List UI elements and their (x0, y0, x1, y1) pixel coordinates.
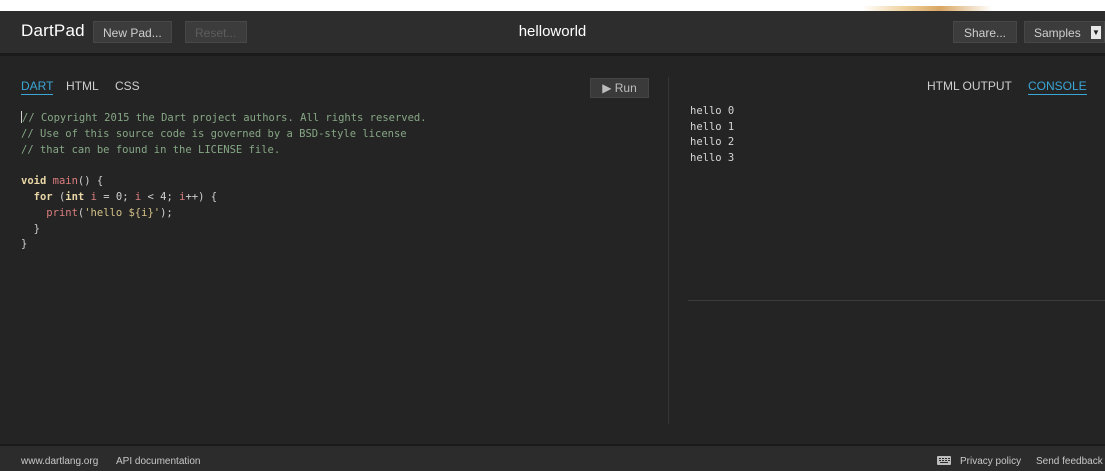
header-bar: DartPad New Pad... Reset... helloworld S… (0, 11, 1105, 56)
footer-bar: www.dartlang.org API documentation Priva… (0, 444, 1105, 471)
privacy-policy-link[interactable]: Privacy policy (960, 456, 1021, 467)
chevron-down-icon: ▼ (1091, 26, 1101, 39)
tab-console[interactable]: CONSOLE (1028, 79, 1087, 95)
dartpad-app: DartPad New Pad... Reset... helloworld S… (0, 0, 1105, 471)
new-pad-button[interactable]: New Pad... (93, 21, 172, 43)
code-line-6: for (int i = 0; i < 4; i++) { (33, 190, 218, 203)
console-line: hello 3 (690, 151, 735, 164)
console-line: hello 0 (690, 105, 735, 117)
code-editor[interactable]: // Copyright 2015 the Dart project autho… (21, 111, 427, 253)
code-line-3: // that can be found in the LICENSE file… (21, 143, 281, 156)
output-divider[interactable] (688, 300, 1105, 301)
code-line-5: void main() { (21, 175, 104, 188)
code-line-8: } (21, 222, 40, 235)
tab-html-output[interactable]: HTML OUTPUT (927, 79, 1012, 93)
keyboard-icon[interactable] (937, 456, 951, 465)
console-line: hello 1 (690, 120, 735, 133)
tab-dart[interactable]: DART (21, 79, 54, 95)
api-docs-link[interactable]: API documentation (116, 456, 201, 467)
tab-css[interactable]: CSS (115, 79, 140, 93)
reset-button[interactable]: Reset... (185, 21, 247, 43)
tab-html[interactable]: HTML (66, 79, 99, 93)
console-line: hello 2 (690, 136, 735, 148)
logo: DartPad (21, 21, 85, 40)
share-button[interactable]: Share... (953, 21, 1017, 43)
code-line-1: // Copyright 2015 the Dart project autho… (22, 112, 427, 124)
code-line-7: print('hello ${i}'); (46, 206, 173, 219)
send-feedback-link[interactable]: Send feedback (1036, 456, 1103, 467)
editor-divider[interactable] (668, 77, 669, 424)
samples-label: Samples (1034, 26, 1081, 40)
dartlang-link[interactable]: www.dartlang.org (21, 456, 98, 467)
top-strip (0, 0, 1105, 11)
run-button[interactable]: ▶ Run (590, 78, 649, 98)
code-line-2: // Use of this source code is governed b… (21, 127, 407, 140)
samples-dropdown[interactable]: Samples ▼ (1024, 21, 1105, 43)
console-output: hello 0 hello 1 hello 2 hello 3 (690, 104, 734, 166)
code-line-9: } (21, 238, 28, 251)
